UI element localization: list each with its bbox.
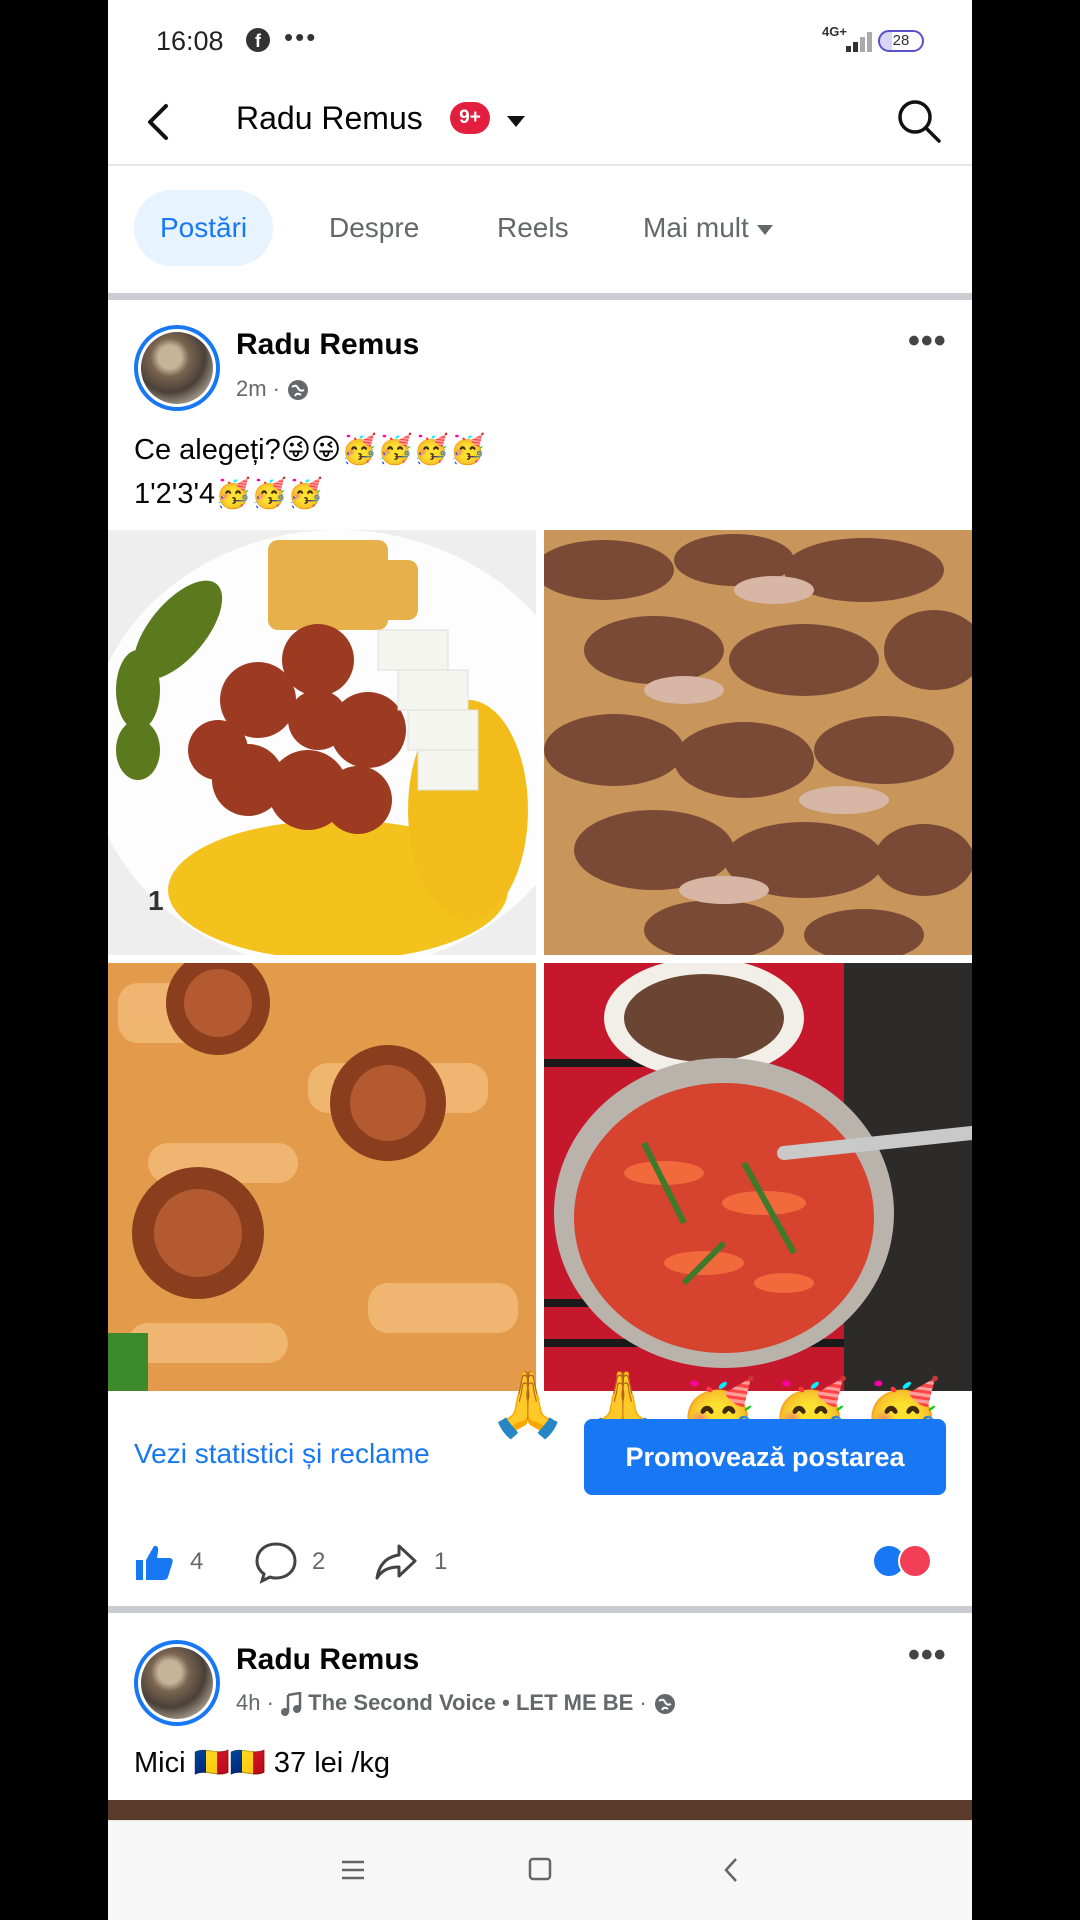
more-icon[interactable]: ••• xyxy=(908,322,947,361)
signal-icon xyxy=(842,30,876,52)
search-icon[interactable] xyxy=(894,96,944,146)
post-photo-1[interactable]: 1 xyxy=(108,530,536,955)
status-bar: 16:08 f ••• 4G+ 28 xyxy=(108,0,972,80)
post-photo-4[interactable] xyxy=(544,963,972,1391)
more-notifications-icon: ••• xyxy=(284,22,318,52)
tab-about[interactable]: Despre xyxy=(329,190,419,266)
page-header: Radu Remus 9+ xyxy=(108,80,972,166)
post-photo-3[interactable] xyxy=(108,963,536,1391)
sauerkraut-sausage-image xyxy=(108,963,518,1391)
post-photo-preview[interactable] xyxy=(108,1800,972,1820)
grilled-meat-image xyxy=(544,534,972,955)
back-icon[interactable] xyxy=(134,96,186,148)
page-title[interactable]: Radu Remus xyxy=(236,100,423,137)
nav-back-icon[interactable] xyxy=(722,1857,740,1883)
post-author[interactable]: Radu Remus xyxy=(236,1643,419,1677)
chevron-down-icon[interactable] xyxy=(506,114,526,128)
globe-icon xyxy=(288,380,309,401)
tab-reels[interactable]: Reels xyxy=(497,190,569,266)
post-author[interactable]: Radu Remus xyxy=(236,328,419,362)
boost-post-button[interactable]: Promovează postarea xyxy=(584,1419,946,1495)
avatar[interactable] xyxy=(134,1640,220,1726)
more-icon[interactable]: ••• xyxy=(908,1636,947,1675)
battery-indicator: 28 xyxy=(878,30,924,52)
home-icon[interactable] xyxy=(528,1857,552,1881)
tab-posts[interactable]: Postări xyxy=(134,190,274,266)
photo-number-label: 1 xyxy=(148,885,164,916)
share-count: 1 xyxy=(434,1548,448,1575)
facebook-notification-icon: f xyxy=(246,28,270,52)
notification-badge[interactable]: 9+ xyxy=(450,102,490,134)
post-text-line-1: Ce alegeți?😜😜🥳🥳🥳🥳 xyxy=(134,434,486,466)
like-icon[interactable] xyxy=(132,1540,176,1584)
section-divider xyxy=(108,293,972,300)
post-text-line-2: 1'2'3'4🥳🥳🥳 xyxy=(134,478,324,510)
post-meta: 4h · The Second Voice • LET ME BE · xyxy=(236,1690,677,1717)
comment-count: 2 xyxy=(312,1548,326,1575)
profile-tabs: Postări Despre Reels Mai mult xyxy=(108,168,972,294)
like-count: 4 xyxy=(190,1548,204,1575)
food-plate-image xyxy=(108,530,536,955)
music-note-icon xyxy=(281,1691,302,1717)
pepper-stew-image xyxy=(544,963,972,1391)
menu-icon[interactable] xyxy=(340,1859,366,1881)
app-screen: 16:08 f ••• 4G+ 28 Radu Remus 9+ Postări… xyxy=(108,0,972,1920)
emoji-overlay-item: 🙏 xyxy=(488,1368,568,1440)
share-icon[interactable] xyxy=(374,1540,418,1584)
section-divider xyxy=(108,1606,972,1613)
status-time: 16:08 xyxy=(156,26,224,56)
system-navigation-bar xyxy=(108,1820,972,1920)
post-photo-2[interactable] xyxy=(544,530,972,955)
music-title[interactable]: The Second Voice • LET ME BE xyxy=(308,1690,633,1715)
reaction-love-icon[interactable] xyxy=(898,1544,932,1578)
globe-icon xyxy=(654,1694,675,1715)
avatar[interactable] xyxy=(134,325,220,411)
comment-icon[interactable] xyxy=(254,1540,298,1584)
post-time[interactable]: 2m xyxy=(236,376,267,401)
caret-down-icon xyxy=(756,224,773,235)
tab-more-label: Mai mult xyxy=(643,212,749,243)
post-text: Mici 🇷🇴🇷🇴 37 lei /kg xyxy=(134,1747,390,1779)
post-time[interactable]: 4h xyxy=(236,1690,260,1715)
post-meta: 2m · xyxy=(236,376,310,402)
post-actions: 4 2 1 xyxy=(108,1522,972,1598)
view-insights-link[interactable]: Vezi statistici și reclame xyxy=(134,1438,430,1470)
tab-more[interactable]: Mai mult xyxy=(643,190,775,266)
